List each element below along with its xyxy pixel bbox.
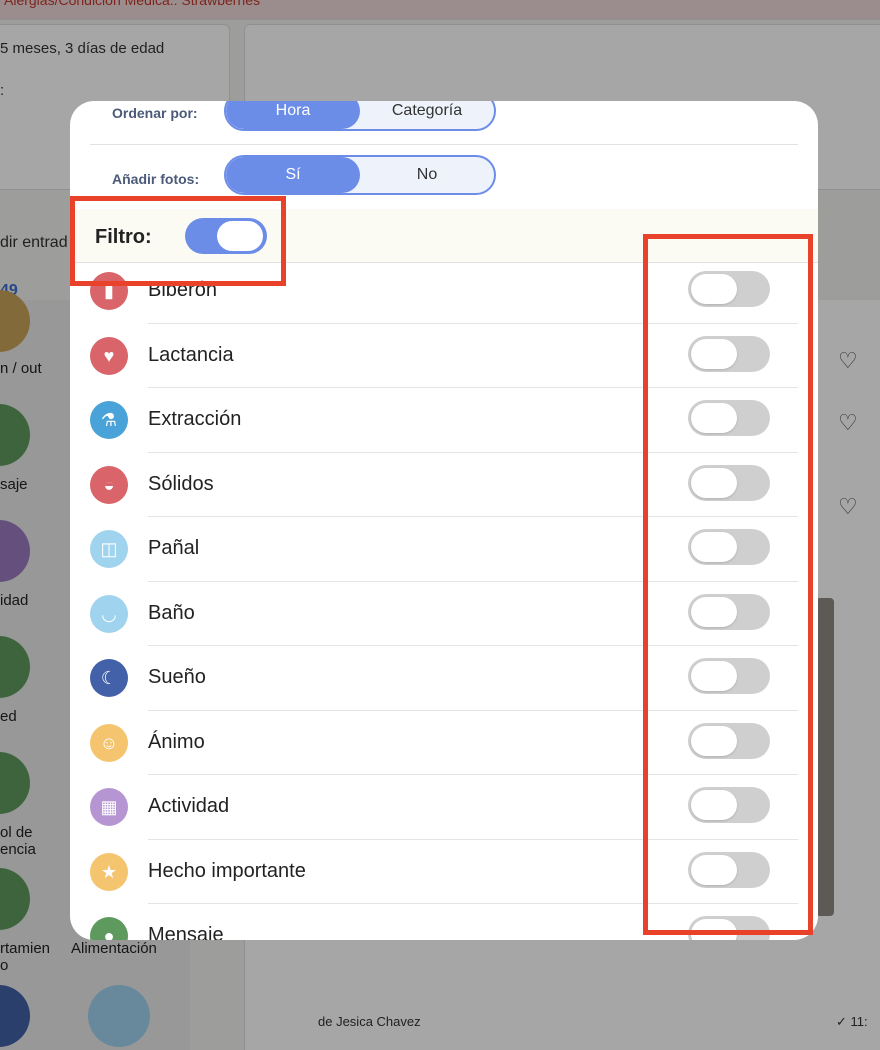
order-by-category-option[interactable]: Categoría — [360, 101, 494, 129]
category-label: Extracción — [148, 408, 242, 430]
category-label: Hecho importante — [148, 859, 306, 882]
order-by-segmented: Hora Categoría — [224, 101, 496, 131]
category-label: Pañal — [148, 537, 200, 559]
add-photos-no-option[interactable]: No — [360, 157, 494, 193]
category-label: Ánimo — [148, 730, 205, 753]
star-icon: ★ — [90, 852, 128, 891]
diaper-icon: ◫ — [90, 530, 128, 568]
bathtub-icon: ◡ — [90, 594, 128, 633]
filter-highlight-box — [70, 196, 286, 286]
category-label: Baño — [148, 601, 195, 624]
category-label: Sueño — [148, 666, 206, 688]
add-photos-segmented: Sí No — [224, 155, 496, 195]
toggles-highlight-box — [643, 234, 813, 935]
category-label: Actividad — [148, 795, 230, 817]
moon-icon: ☾ — [90, 659, 128, 697]
category-label: Mensaje — [148, 924, 224, 940]
message-icon: ● — [90, 917, 128, 940]
smiley-icon: ☺ — [90, 723, 128, 762]
breast-pump-icon: ⚗ — [90, 401, 128, 439]
add-photos-label: Añadir fotos: — [112, 171, 200, 187]
add-photos-yes-option[interactable]: Sí — [226, 157, 360, 193]
order-by-hour-option[interactable]: Hora — [226, 101, 360, 129]
category-label: Sólidos — [148, 472, 214, 495]
blocks-icon: ▦ — [90, 788, 128, 826]
order-by-row: Ordenar por: Hora Categoría — [70, 101, 818, 143]
breastfeeding-icon: ♥ — [90, 336, 128, 375]
order-by-label: Ordenar por: — [112, 105, 198, 121]
solids-bowl-icon: ◒ — [90, 465, 128, 504]
category-label: Lactancia — [148, 343, 234, 366]
